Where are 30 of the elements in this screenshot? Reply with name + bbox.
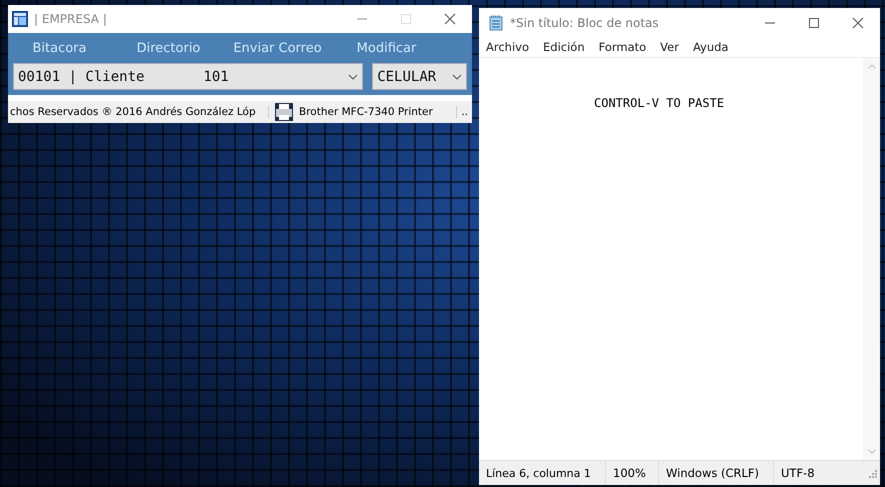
- close-icon[interactable]: [852, 16, 864, 28]
- vertical-scrollbar[interactable]: [863, 58, 880, 460]
- client-dropdown[interactable]: 00101 | Cliente 101: [13, 63, 364, 90]
- status-field: UTF-8: [774, 461, 822, 485]
- window-title: *Sin título: Bloc de notas: [510, 16, 659, 30]
- text-editor[interactable]: CONTROL-V TO PASTE: [479, 57, 880, 460]
- chevron-down-icon: [452, 74, 462, 80]
- maximize-icon[interactable]: [808, 16, 820, 28]
- menu-item[interactable]: Ayuda: [692, 40, 728, 54]
- window-title: | EMPRESA |: [34, 12, 107, 26]
- status-field: Línea 6, columna 1: [479, 461, 606, 485]
- printer-name: Brother MFC-7340 Printer: [299, 106, 433, 118]
- window-layout-icon: [12, 11, 28, 27]
- status-field: Windows (CRLF): [659, 461, 774, 485]
- menu-item[interactable]: Archivo: [486, 40, 529, 54]
- menu-item[interactable]: Edición: [543, 40, 585, 54]
- chevron-down-icon: [348, 74, 358, 80]
- scroll-up-icon[interactable]: [868, 64, 876, 69]
- menu-item[interactable]: Ver: [660, 40, 679, 54]
- menu-item[interactable]: Formato: [598, 40, 646, 54]
- overflow-indicator[interactable]: ..: [456, 106, 472, 118]
- phone-type-dropdown[interactable]: CELULAR: [372, 63, 467, 90]
- copyright-text: chos Reservados ® 2016 Andrés González Lóp: [8, 106, 269, 118]
- printer-icon: [275, 103, 293, 121]
- status-field: 100%: [606, 461, 659, 485]
- document-text: CONTROL-V TO PASTE: [594, 96, 724, 110]
- resize-grip-icon[interactable]: [867, 468, 877, 478]
- scroll-down-icon[interactable]: [868, 449, 876, 454]
- notepad-icon: [488, 14, 504, 30]
- close-icon[interactable]: [444, 13, 456, 25]
